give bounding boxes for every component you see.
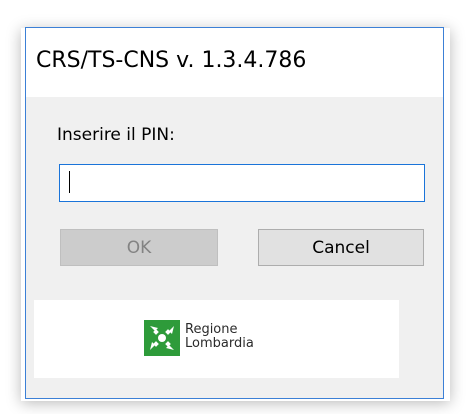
logo-panel: Regione Lombardia <box>34 300 399 378</box>
pin-input-wrapper <box>59 164 425 202</box>
logo-text-line2: Lombardia <box>185 336 254 351</box>
pin-dialog-window: CRS/TS-CNS v. 1.3.4.786 Inserire il PIN:… <box>25 27 444 399</box>
window-title: CRS/TS-CNS v. 1.3.4.786 <box>36 48 307 73</box>
pin-label: Inserire il PIN: <box>57 125 175 145</box>
title-bar: CRS/TS-CNS v. 1.3.4.786 <box>26 28 443 97</box>
pin-input[interactable] <box>59 164 425 202</box>
logo-text: Regione Lombardia <box>185 323 254 351</box>
cancel-button[interactable]: Cancel <box>258 229 424 266</box>
logo-text-line1: Regione <box>185 322 238 337</box>
text-caret <box>69 171 70 193</box>
ok-button[interactable]: OK <box>60 229 218 266</box>
regione-lombardia-logo-icon <box>144 320 180 356</box>
